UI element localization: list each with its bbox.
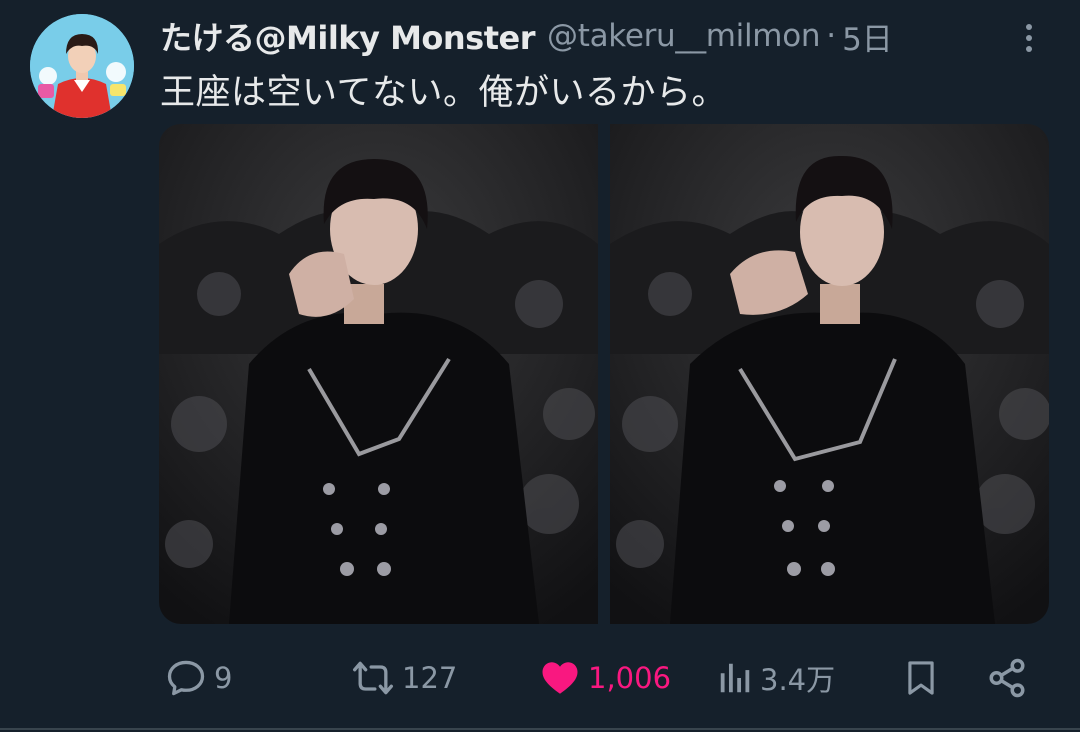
tweet-text: 王座は空いてない。俺がいるから。	[160, 73, 727, 113]
reply-icon	[167, 660, 205, 696]
heart-icon	[542, 662, 578, 694]
avatar[interactable]	[30, 14, 134, 118]
reply-count: 9	[214, 661, 233, 695]
share-icon	[989, 658, 1025, 698]
tweet-header: たける@Milky Monster @takeru__milmon · 5日	[160, 14, 893, 58]
share-button[interactable]	[986, 650, 1028, 706]
reply-button[interactable]: 9	[164, 650, 232, 706]
divider	[0, 728, 1080, 730]
like-count: 1,006	[588, 661, 672, 695]
user-handle[interactable]: @takeru__milmon	[547, 18, 821, 54]
display-name[interactable]: たける@Milky Monster	[160, 13, 536, 59]
photo-1[interactable]	[159, 124, 598, 624]
views-icon	[720, 663, 750, 693]
retweet-button[interactable]: 127	[350, 650, 457, 706]
timestamp[interactable]: 5日	[842, 14, 893, 59]
tweet-card[interactable]: たける@Milky Monster @takeru__milmon · 5日 王…	[0, 0, 1080, 732]
tweet-actions: 9 127 1,006 3.4万	[160, 650, 1040, 706]
bookmark-button[interactable]	[902, 650, 940, 706]
media-grid	[159, 124, 1049, 624]
photo-2[interactable]	[610, 124, 1049, 624]
retweet-count: 127	[402, 661, 458, 695]
retweet-icon	[353, 661, 393, 695]
separator-dot: ·	[826, 18, 837, 54]
views-count: 3.4万	[760, 663, 836, 697]
avatar-photo	[30, 14, 134, 118]
more-options-icon[interactable]	[1014, 18, 1044, 58]
like-button[interactable]: 1,006	[538, 650, 671, 706]
bookmark-icon	[908, 661, 934, 695]
views-button[interactable]: 3.4万	[716, 650, 835, 706]
